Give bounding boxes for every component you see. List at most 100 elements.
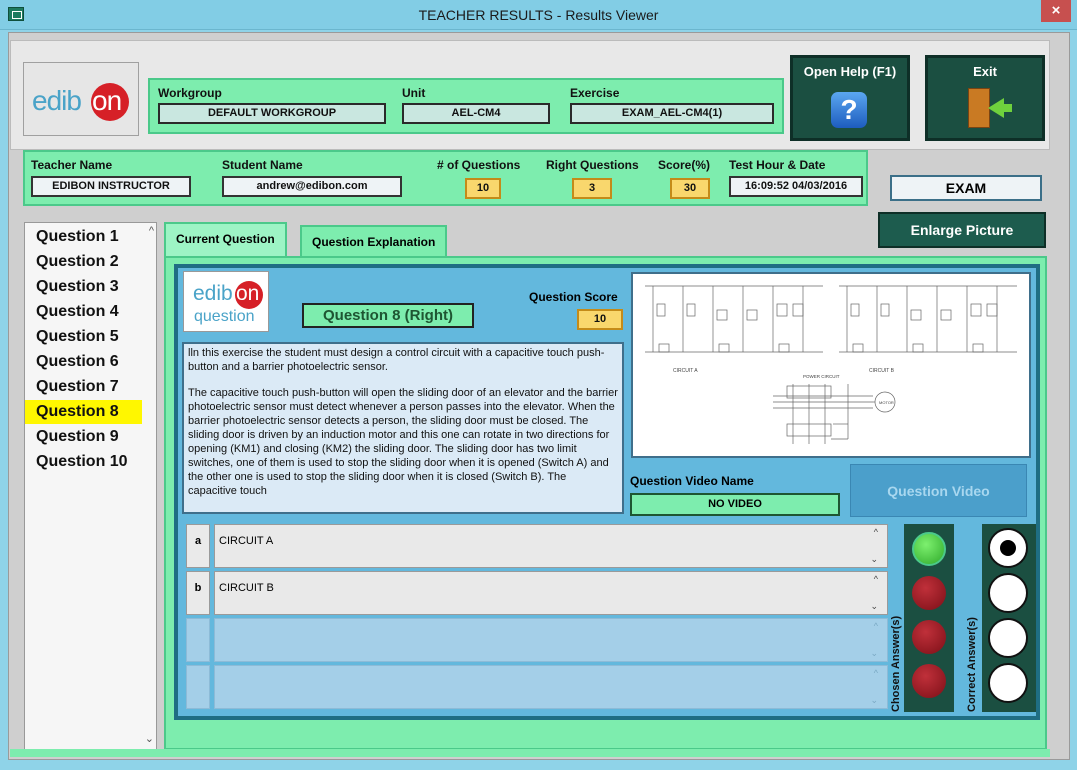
- exit-label: Exit: [973, 64, 997, 79]
- scroll-down-icon[interactable]: ⌄: [870, 601, 878, 612]
- diagram-label-b: CIRCUIT B: [869, 368, 895, 374]
- question-item-2[interactable]: Question 2: [25, 250, 119, 274]
- exit-button[interactable]: Exit: [925, 55, 1045, 141]
- correct-radio-d: [988, 663, 1028, 703]
- correct-answers-column: [982, 524, 1036, 712]
- answer-row-b: b CIRCUIT B ^ ⌄: [186, 571, 888, 615]
- question-item-7[interactable]: Question 7: [25, 375, 119, 399]
- qlogo-text: edib: [193, 282, 233, 305]
- correct-radio-b: [988, 573, 1028, 613]
- enlarge-picture-button[interactable]: Enlarge Picture: [878, 212, 1046, 248]
- answer-text: CIRCUIT B: [214, 571, 888, 615]
- answer-row-empty: ^ ⌄: [186, 665, 888, 709]
- title-bar: TEACHER RESULTS - Results Viewer ×: [0, 0, 1077, 30]
- num-questions-label: # of Questions: [437, 158, 521, 172]
- question-item-4[interactable]: Question 4: [25, 300, 119, 324]
- workgroup-field: DEFAULT WORKGROUP: [158, 103, 386, 124]
- answer-text: CIRCUIT A: [214, 524, 888, 568]
- chosen-answers-column: [904, 524, 954, 712]
- student-label: Student Name: [222, 158, 303, 172]
- workgroup-label: Workgroup: [158, 86, 222, 100]
- answer-letter: a: [186, 524, 210, 568]
- workgroup-panel: Workgroup DEFAULT WORKGROUP Unit AEL-CM4…: [148, 78, 784, 134]
- num-questions-field: 10: [465, 178, 501, 199]
- mode-field: EXAM: [890, 175, 1042, 201]
- bottom-bar: [10, 749, 1050, 757]
- scroll-up-icon[interactable]: ^: [149, 225, 154, 237]
- scroll-up-icon[interactable]: ^: [874, 527, 878, 537]
- answer-row-a: a CIRCUIT A ^ ⌄: [186, 524, 888, 568]
- exercise-field: EXAM_AEL-CM4(1): [570, 103, 774, 124]
- correct-radio-c: [988, 618, 1028, 658]
- radio-selected-dot: [1000, 540, 1016, 556]
- answer-text: [214, 665, 888, 709]
- logo-text-on: on: [92, 85, 122, 116]
- question-list: Question 1 Question 2 Question 3 Questio…: [24, 222, 157, 750]
- door-icon: [968, 88, 990, 128]
- scroll-down-icon[interactable]: ⌄: [145, 732, 154, 745]
- help-question-icon: ?: [831, 92, 867, 128]
- video-name-field: NO VIDEO: [630, 493, 840, 516]
- question-description[interactable]: lln this exercise the student must desig…: [182, 342, 624, 514]
- edibon-logo: edib on: [23, 62, 139, 136]
- close-button[interactable]: ×: [1041, 0, 1071, 22]
- video-name-label: Question Video Name: [630, 474, 754, 488]
- description-paragraph-1: lln this exercise the student must desig…: [188, 347, 605, 373]
- teacher-field: EDIBON INSTRUCTOR: [31, 176, 191, 197]
- exercise-label: Exercise: [570, 86, 620, 100]
- diagram-label-motor: MOTOR: [879, 400, 894, 405]
- student-field: andrew@edibon.com: [222, 176, 402, 197]
- score-label: Score(%): [658, 158, 711, 172]
- unit-field: AEL-CM4: [402, 103, 550, 124]
- correct-radio-a: [988, 528, 1028, 568]
- scroll-down-icon[interactable]: ⌄: [870, 648, 878, 659]
- right-questions-field: 3: [572, 178, 612, 199]
- question-item-6[interactable]: Question 6: [25, 350, 119, 374]
- chosen-led-d: [912, 664, 946, 698]
- answer-text: [214, 618, 888, 662]
- open-help-label: Open Help (F1): [803, 64, 897, 79]
- score-field: 30: [670, 178, 710, 199]
- chosen-led-b: [912, 576, 946, 610]
- question-item-10[interactable]: Question 10: [25, 450, 128, 474]
- results-panel: Teacher Name EDIBON INSTRUCTOR Student N…: [23, 150, 868, 206]
- question-score-label: Question Score: [529, 290, 618, 304]
- scroll-down-icon[interactable]: ⌄: [870, 554, 878, 565]
- tab-current-question[interactable]: Current Question: [164, 222, 287, 259]
- scroll-down-icon[interactable]: ⌄: [870, 695, 878, 706]
- circuit-diagram: CIRCUIT A CIRCUIT B POWER CIRCUIT MOTOR: [631, 272, 1031, 458]
- diagram-label-power: POWER CIRCUIT: [803, 374, 840, 379]
- qlogo-text-on: on: [236, 282, 260, 305]
- answer-letter: b: [186, 571, 210, 615]
- description-paragraph-2: The capacitive touch push-button will op…: [188, 387, 618, 497]
- question-video-button[interactable]: Question Video: [850, 464, 1027, 517]
- scroll-up-icon[interactable]: ^: [874, 668, 878, 678]
- question-item-8[interactable]: Question 8: [25, 400, 142, 424]
- test-date-field: 16:09:52 04/03/2016: [729, 176, 863, 197]
- question-item-5[interactable]: Question 5: [25, 325, 119, 349]
- question-item-1[interactable]: Question 1: [25, 225, 119, 249]
- logo-text: edib: [32, 85, 82, 116]
- answer-row-empty: ^ ⌄: [186, 618, 888, 662]
- chosen-answers-label: Chosen Answer(s): [890, 615, 902, 712]
- chosen-led-a: [912, 532, 946, 566]
- question-score-field: 10: [577, 309, 623, 330]
- open-help-button[interactable]: Open Help (F1) ?: [790, 55, 910, 141]
- answer-list: a CIRCUIT A ^ ⌄ b CIRCUIT B ^ ⌄ ^ ⌄ ^ ⌄: [186, 524, 888, 710]
- exit-arrow-tail: [1002, 104, 1012, 112]
- question-title: Question 8 (Right): [302, 303, 474, 328]
- window-title: TEACHER RESULTS - Results Viewer: [418, 7, 659, 23]
- teacher-label: Teacher Name: [31, 158, 113, 172]
- chosen-led-c: [912, 620, 946, 654]
- tab-question-explanation[interactable]: Question Explanation: [300, 225, 448, 259]
- answer-letter: [186, 618, 210, 662]
- question-item-9[interactable]: Question 9: [25, 425, 119, 449]
- question-item-3[interactable]: Question 3: [25, 275, 119, 299]
- answer-letter: [186, 665, 210, 709]
- right-questions-label: Right Questions: [546, 158, 639, 172]
- test-date-label: Test Hour & Date: [729, 158, 826, 172]
- scroll-up-icon[interactable]: ^: [874, 621, 878, 631]
- unit-label: Unit: [402, 86, 426, 100]
- qlogo-sub: question: [194, 308, 255, 325]
- scroll-up-icon[interactable]: ^: [874, 574, 878, 584]
